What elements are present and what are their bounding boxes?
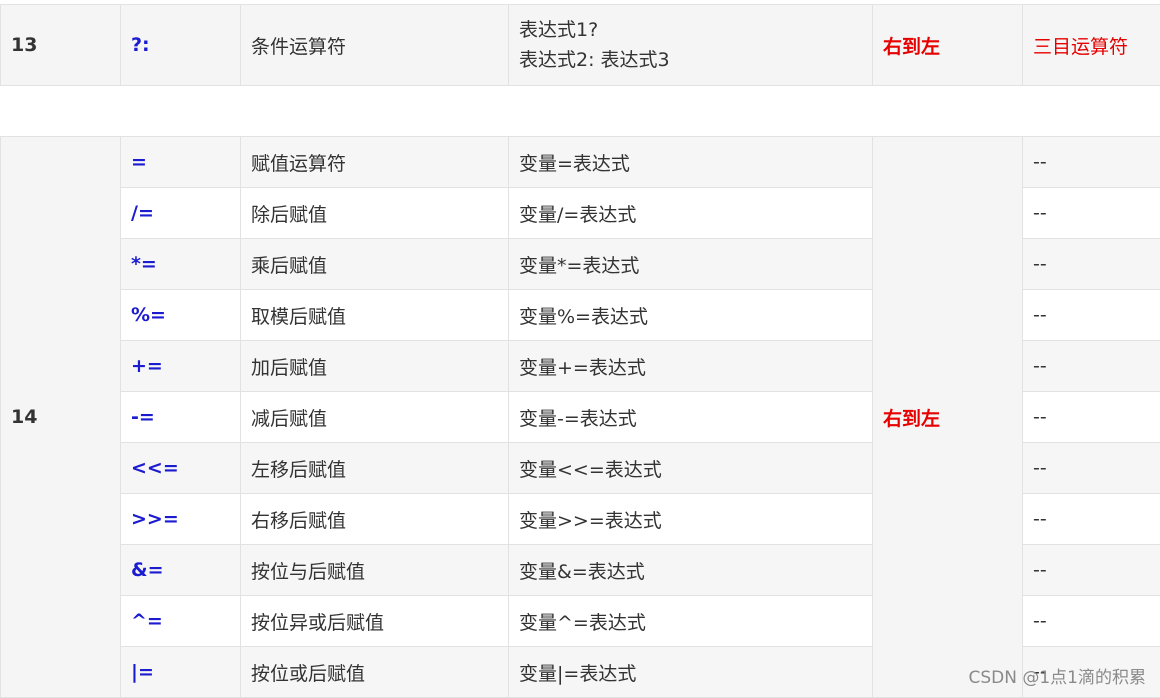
operator-cell: *=: [121, 239, 241, 290]
usage-cell: 变量^=表达式: [509, 596, 873, 647]
usage-cell: 变量+=表达式: [509, 341, 873, 392]
operator-cell: /=: [121, 188, 241, 239]
operator-cell: +=: [121, 341, 241, 392]
name-cell: 取模后赋值: [241, 290, 509, 341]
name-cell: 加后赋值: [241, 341, 509, 392]
operator-cell: ^=: [121, 596, 241, 647]
usage-cell: 变量-=表达式: [509, 392, 873, 443]
note-cell: --: [1023, 443, 1160, 494]
priority-cell: 13: [1, 5, 121, 86]
operator-cell: %=: [121, 290, 241, 341]
table-row: 13 ?: 条件运算符 表达式1? 表达式2: 表达式3 右到左 三目运算符: [1, 5, 1160, 86]
operator-cell: &=: [121, 545, 241, 596]
operator-cell: ?:: [121, 5, 241, 86]
operator-cell: -=: [121, 392, 241, 443]
note-cell: --: [1023, 341, 1160, 392]
watermark: CSDN @1点1滴的积累: [968, 663, 1146, 688]
usage-line: 表达式1?: [519, 19, 598, 41]
operator-cell: <<=: [121, 443, 241, 494]
priority-cell: 14: [1, 137, 121, 698]
associativity-cell: 右到左: [873, 137, 1023, 698]
note-cell: --: [1023, 392, 1160, 443]
usage-cell: 变量|=表达式: [509, 647, 873, 698]
note-cell: 三目运算符: [1023, 5, 1160, 86]
name-cell: 按位或后赋值: [241, 647, 509, 698]
usage-cell: 变量>>=表达式: [509, 494, 873, 545]
note-cell: --: [1023, 188, 1160, 239]
note-cell: --: [1023, 239, 1160, 290]
usage-cell: 变量&=表达式: [509, 545, 873, 596]
note-cell: --: [1023, 137, 1160, 188]
operator-cell: >>=: [121, 494, 241, 545]
operator-cell: |=: [121, 647, 241, 698]
name-cell: 按位与后赋值: [241, 545, 509, 596]
usage-line: 表达式2: 表达式3: [519, 49, 670, 71]
name-cell: 减后赋值: [241, 392, 509, 443]
name-cell: 按位异或后赋值: [241, 596, 509, 647]
name-cell: 右移后赋值: [241, 494, 509, 545]
note-cell: --: [1023, 596, 1160, 647]
usage-cell: 变量%=表达式: [509, 290, 873, 341]
usage-cell: 变量<<=表达式: [509, 443, 873, 494]
note-cell: --: [1023, 545, 1160, 596]
name-cell: 除后赋值: [241, 188, 509, 239]
note-cell: --: [1023, 290, 1160, 341]
name-cell: 赋值运算符: [241, 137, 509, 188]
spacer-row: [1, 86, 1160, 137]
operator-precedence-table: 13 ?: 条件运算符 表达式1? 表达式2: 表达式3 右到左 三目运算符 1…: [0, 4, 1160, 698]
name-cell: 乘后赋值: [241, 239, 509, 290]
spacer-cell: [1, 86, 1160, 137]
usage-cell: 表达式1? 表达式2: 表达式3: [509, 5, 873, 86]
table-row: 14=赋值运算符变量=表达式右到左--: [1, 137, 1160, 188]
name-cell: 条件运算符: [241, 5, 509, 86]
operator-cell: =: [121, 137, 241, 188]
usage-cell: 变量=表达式: [509, 137, 873, 188]
associativity-cell: 右到左: [873, 5, 1023, 86]
note-cell: --: [1023, 494, 1160, 545]
usage-cell: 变量*=表达式: [509, 239, 873, 290]
usage-cell: 变量/=表达式: [509, 188, 873, 239]
name-cell: 左移后赋值: [241, 443, 509, 494]
